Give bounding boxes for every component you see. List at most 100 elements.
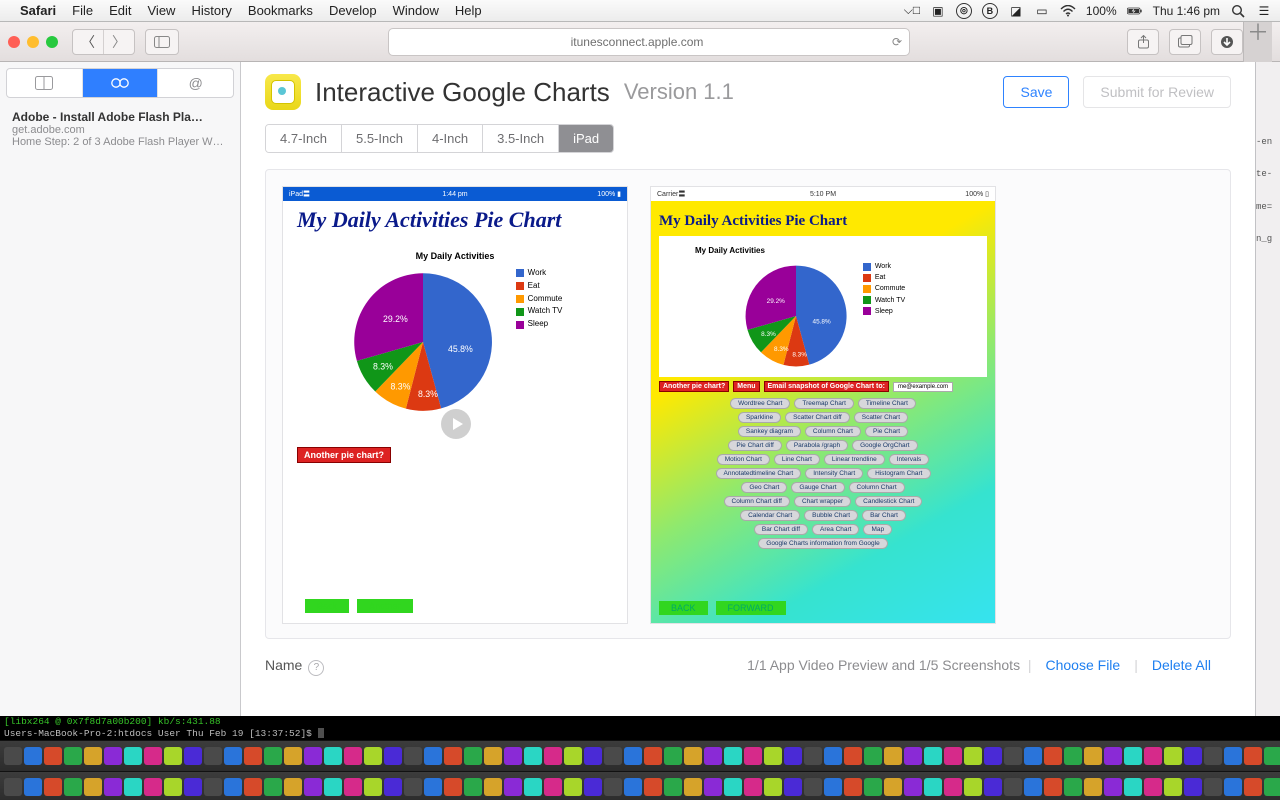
airplay-icon[interactable]: ▣ — [930, 3, 946, 19]
tab-4-7[interactable]: 4.7-Inch — [266, 125, 341, 152]
dock-app-icon[interactable] — [864, 747, 882, 765]
dock-app-icon[interactable] — [984, 747, 1002, 765]
forward-button[interactable]: 〉 — [103, 30, 134, 54]
dock-app-icon[interactable] — [1044, 747, 1062, 765]
menu-edit[interactable]: Edit — [109, 3, 131, 18]
dock-app-icon[interactable] — [704, 778, 722, 796]
dock-app-icon[interactable] — [284, 747, 302, 765]
dock-app-icon[interactable] — [504, 778, 522, 796]
dock-app-icon[interactable] — [124, 778, 142, 796]
status-icon-c[interactable]: ◪ — [1008, 3, 1024, 19]
dock-app-icon[interactable] — [604, 778, 622, 796]
address-bar[interactable]: itunesconnect.apple.com ⟳ — [388, 28, 910, 56]
dock-app-icon[interactable] — [1144, 778, 1162, 796]
camera-icon[interactable]: ⌵□ — [904, 3, 920, 19]
sidebar-toggle-button[interactable] — [145, 29, 179, 55]
dock-app-icon[interactable] — [624, 778, 642, 796]
dock-app-icon[interactable] — [1004, 778, 1022, 796]
dock-app-icon[interactable] — [564, 778, 582, 796]
dock-app-icon[interactable] — [884, 747, 902, 765]
menu-view[interactable]: View — [148, 3, 176, 18]
dock-app-icon[interactable] — [904, 747, 922, 765]
dock-app-icon[interactable] — [1184, 747, 1202, 765]
app-screenshot-1[interactable]: Carrier 〓 5:10 PM 100% ▯ My Daily Activi… — [650, 186, 996, 624]
dock-app-icon[interactable] — [544, 778, 562, 796]
dock-app-icon[interactable] — [584, 778, 602, 796]
new-tab-button[interactable]: ＋ — [1243, 22, 1272, 62]
dock-app-icon[interactable] — [524, 778, 542, 796]
menu-help[interactable]: Help — [455, 3, 482, 18]
dock-app-icon[interactable] — [664, 747, 682, 765]
dock-app-icon[interactable] — [64, 747, 82, 765]
status-icon-b[interactable]: B — [982, 3, 998, 19]
dock-app-icon[interactable] — [264, 778, 282, 796]
dock-app-icon[interactable] — [1264, 778, 1280, 796]
dock-app-icon[interactable] — [1084, 778, 1102, 796]
terminal-window[interactable]: [libx264 @ 0x7f8d7a00b200] kb/s:431.88 U… — [0, 716, 1280, 740]
dock-app-icon[interactable] — [404, 778, 422, 796]
dock-app-icon[interactable] — [624, 747, 642, 765]
dock-app-icon[interactable] — [484, 747, 502, 765]
dock-app-icon[interactable] — [784, 778, 802, 796]
dock-app-icon[interactable] — [1064, 778, 1082, 796]
reload-icon[interactable]: ⟳ — [885, 35, 909, 49]
close-window-button[interactable] — [8, 36, 20, 48]
dock-app-icon[interactable] — [384, 778, 402, 796]
dock-app-icon[interactable] — [684, 778, 702, 796]
dock-app-icon[interactable] — [44, 747, 62, 765]
menu-window[interactable]: Window — [393, 3, 439, 18]
dock-app-icon[interactable] — [144, 747, 162, 765]
dock-app-icon[interactable] — [1064, 747, 1082, 765]
dock-app-icon[interactable] — [404, 747, 422, 765]
dock-app-icon[interactable] — [444, 778, 462, 796]
dock-app-icon[interactable] — [1244, 747, 1262, 765]
share-button[interactable] — [1127, 29, 1159, 55]
dock-app-icon[interactable] — [264, 747, 282, 765]
dock-app-icon[interactable] — [24, 747, 42, 765]
dock-app-icon[interactable] — [924, 778, 942, 796]
shared-links-tab[interactable]: @ — [157, 69, 233, 97]
downloads-button[interactable] — [1211, 29, 1243, 55]
dock-app-icon[interactable] — [424, 778, 442, 796]
dock-app-icon[interactable] — [104, 778, 122, 796]
dock-app-icon[interactable] — [344, 747, 362, 765]
battery-icon[interactable] — [1127, 3, 1143, 19]
dock-app-icon[interactable] — [944, 778, 962, 796]
dock-app-icon[interactable] — [1044, 778, 1062, 796]
dock-app-icon[interactable] — [1144, 747, 1162, 765]
tabs-button[interactable] — [1169, 29, 1201, 55]
dock-app-icon[interactable] — [684, 747, 702, 765]
wifi-icon[interactable] — [1060, 3, 1076, 19]
dock-app-icon[interactable] — [884, 778, 902, 796]
dock-app-icon[interactable] — [1004, 747, 1022, 765]
display-icon[interactable]: ▭ — [1034, 3, 1050, 19]
dock-app-icon[interactable] — [244, 778, 262, 796]
tab-ipad[interactable]: iPad — [558, 125, 613, 152]
dock-app-icon[interactable] — [1224, 747, 1242, 765]
dock-app-icon[interactable] — [84, 747, 102, 765]
dock-app-icon[interactable] — [724, 747, 742, 765]
notification-center-icon[interactable]: ☰ — [1256, 3, 1272, 19]
dock-app-icon[interactable] — [164, 747, 182, 765]
dock-app-icon[interactable] — [564, 747, 582, 765]
menu-clock[interactable]: Thu 1:46 pm — [1153, 4, 1220, 18]
dock-app-icon[interactable] — [364, 778, 382, 796]
dock-app-icon[interactable] — [304, 747, 322, 765]
dock-app-icon[interactable] — [544, 747, 562, 765]
dock-app-icon[interactable] — [204, 747, 222, 765]
dock-app-icon[interactable] — [764, 778, 782, 796]
dock-app-icon[interactable] — [844, 747, 862, 765]
dock-app-icon[interactable] — [964, 778, 982, 796]
active-app-name[interactable]: Safari — [20, 3, 56, 18]
dock-app-icon[interactable] — [864, 778, 882, 796]
menu-bookmarks[interactable]: Bookmarks — [248, 3, 313, 18]
dock-app-icon[interactable] — [944, 747, 962, 765]
spotlight-icon[interactable] — [1230, 3, 1246, 19]
reading-list-item[interactable]: Adobe - Install Adobe Flash Pla… get.ado… — [0, 104, 240, 150]
dock-app-icon[interactable] — [904, 778, 922, 796]
dock-app-icon[interactable] — [244, 747, 262, 765]
dock-app-icon[interactable] — [804, 747, 822, 765]
dock-app-icon[interactable] — [364, 747, 382, 765]
status-icon-a[interactable]: ◎ — [956, 3, 972, 19]
dock-app-icon[interactable] — [744, 747, 762, 765]
